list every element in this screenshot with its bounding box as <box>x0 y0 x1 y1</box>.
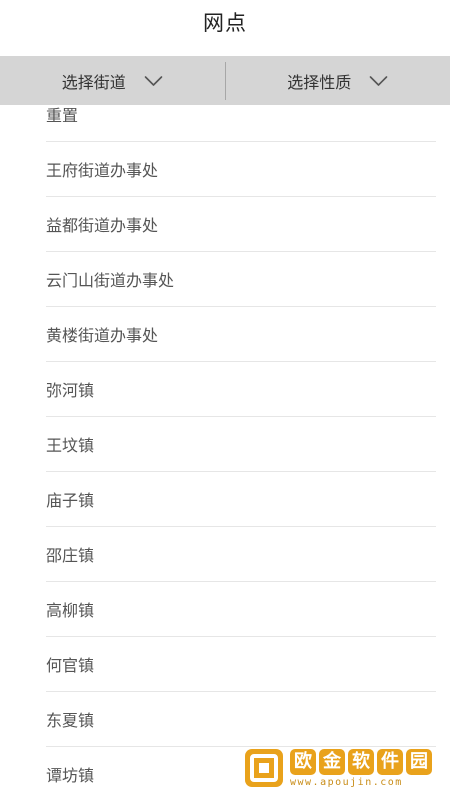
street-filter-dropdown[interactable]: 选择街道 <box>0 56 225 105</box>
list-item[interactable]: 东夏镇 <box>46 692 436 747</box>
list-item[interactable]: 王坟镇 <box>46 417 436 472</box>
watermark-text: 欧 金 软 件 园 www.apoujin.com <box>290 748 432 788</box>
watermark-char: 园 <box>406 748 432 775</box>
list-item[interactable]: 邵庄镇 <box>46 527 436 582</box>
watermark-url: www.apoujin.com <box>290 776 403 788</box>
list-item[interactable]: 高柳镇 <box>46 582 436 637</box>
watermark-char: 软 <box>348 748 374 775</box>
watermark-char: 欧 <box>290 748 316 775</box>
chevron-down-icon <box>144 75 163 87</box>
watermark: 欧 金 软 件 园 www.apoujin.com <box>244 742 442 794</box>
watermark-logo-icon <box>244 748 284 788</box>
street-filter-label: 选择街道 <box>61 72 126 92</box>
list-item[interactable]: 黄楼街道办事处 <box>46 307 436 362</box>
nature-filter-dropdown[interactable]: 选择性质 <box>226 56 450 105</box>
list-item[interactable]: 益都街道办事处 <box>46 197 436 252</box>
list-item[interactable]: 云门山街道办事处 <box>46 252 436 307</box>
list-item[interactable]: 庙子镇 <box>46 472 436 527</box>
list-item[interactable]: 弥河镇 <box>46 362 436 417</box>
page-title: 网点 <box>203 11 247 35</box>
header: 网点 <box>0 0 450 56</box>
chevron-down-icon <box>369 75 388 87</box>
list-item[interactable]: 何官镇 <box>46 637 436 692</box>
street-list: 重置 王府街道办事处 益都街道办事处 云门山街道办事处 黄楼街道办事处 弥河镇 … <box>46 87 436 800</box>
filter-bar: 选择街道 选择性质 <box>0 56 450 105</box>
watermark-char: 件 <box>377 748 403 775</box>
watermark-char: 金 <box>319 748 345 775</box>
watermark-title: 欧 金 软 件 园 <box>290 748 432 775</box>
app-screen: 网点 选择街道 选择性质 重置 王府街道办事处 益都街道办事处 云门山街道办事处… <box>0 0 450 800</box>
nature-filter-label: 选择性质 <box>287 72 352 92</box>
list-item[interactable]: 王府街道办事处 <box>46 142 436 197</box>
